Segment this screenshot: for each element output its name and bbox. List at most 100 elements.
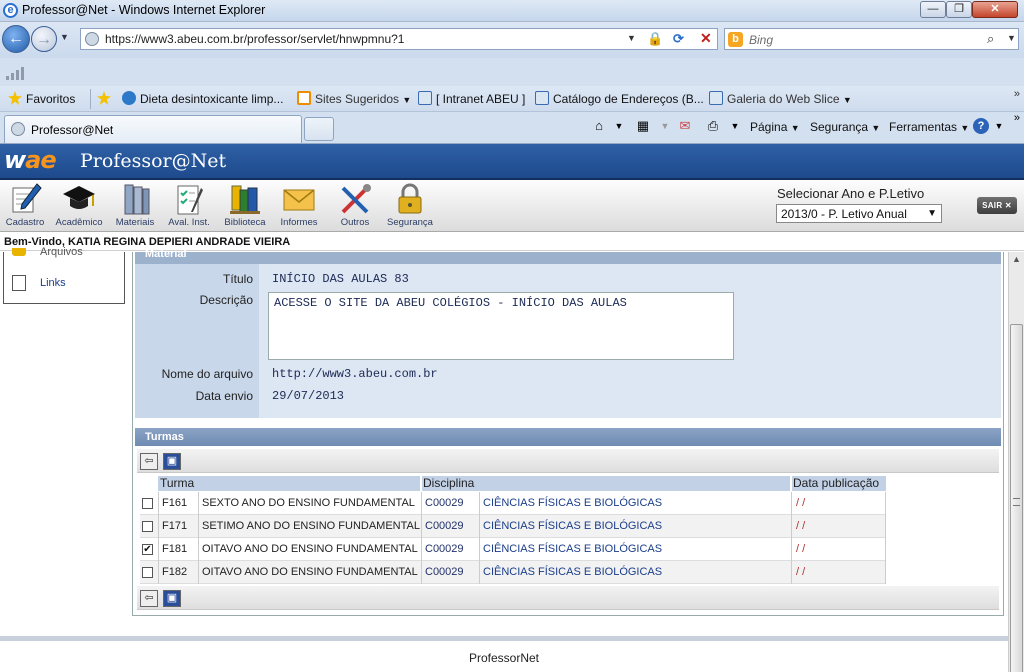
favorites-button[interactable]: Favoritos bbox=[8, 91, 75, 106]
fav-link-catalogo[interactable]: Catálogo de Endereços (B... bbox=[535, 91, 704, 106]
site-favicon-icon bbox=[85, 32, 99, 46]
status-strip bbox=[0, 58, 1024, 86]
add-favorite-icon[interactable] bbox=[97, 91, 115, 106]
tool-materiais[interactable]: Materiais bbox=[110, 182, 160, 230]
table-row[interactable]: F182 OITAVO ANO DO ENSINO FUNDAMENTAL C000… bbox=[140, 561, 886, 584]
period-select[interactable]: 2013/0 - P. Letivo Anual ▼ bbox=[776, 204, 942, 223]
row-checkbox[interactable]: ✔ bbox=[142, 544, 153, 555]
home-icon[interactable]: ⌂ bbox=[590, 117, 608, 135]
tool-seguranca[interactable]: Segurança bbox=[385, 182, 435, 230]
app-toolbar: Cadastro Acadêmico Materiais Aval. Inst.… bbox=[0, 180, 1024, 232]
star-icon bbox=[8, 91, 22, 105]
footer-divider bbox=[0, 636, 1008, 641]
home-dropdown-icon[interactable]: ▼ bbox=[610, 117, 628, 135]
forward-arrow-icon[interactable]: → bbox=[31, 26, 57, 52]
column-header-turma: Turma bbox=[158, 476, 420, 491]
fav-link-web-slice[interactable]: Galeria do Web Slice ▼ bbox=[709, 91, 852, 106]
library-books-icon bbox=[227, 182, 263, 216]
data-publicacao-cell: / / bbox=[796, 566, 806, 578]
site-favicon-icon bbox=[11, 122, 25, 136]
tool-outros[interactable]: Outros bbox=[330, 182, 380, 230]
column-divider bbox=[885, 515, 886, 538]
search-dropdown-icon[interactable]: ▼ bbox=[1007, 33, 1016, 43]
tool-label: Cadastro bbox=[5, 217, 45, 228]
row-checkbox[interactable] bbox=[142, 521, 153, 532]
material-header-text: Material bbox=[145, 248, 187, 260]
column-divider bbox=[479, 538, 480, 561]
column-divider bbox=[791, 538, 792, 561]
column-divider bbox=[158, 561, 159, 584]
column-divider bbox=[198, 561, 199, 584]
history-dropdown-icon[interactable]: ▼ bbox=[60, 32, 69, 42]
fav-link-intranet[interactable]: [ Intranet ABEU ] bbox=[418, 91, 525, 106]
rss-feed-icon[interactable]: ▦ bbox=[634, 117, 652, 135]
save-icon[interactable]: ▣ bbox=[163, 453, 181, 470]
scroll-grip-icon bbox=[1013, 498, 1020, 506]
tools-menu[interactable]: Ferramentas ▼ bbox=[889, 120, 969, 134]
descricao-textarea[interactable]: ACESSE O SITE DA ABEU COLÉGIOS - INÍCIO … bbox=[268, 292, 734, 360]
address-url[interactable]: https://www3.abeu.com.br/professor/servl… bbox=[105, 32, 404, 46]
ie-logo-icon: e bbox=[3, 3, 18, 18]
close-window-button[interactable]: ✕ bbox=[972, 1, 1018, 18]
logout-button[interactable]: SAIR ✕ bbox=[977, 197, 1017, 214]
security-menu[interactable]: Segurança ▼ bbox=[810, 120, 880, 134]
arquivo-value[interactable]: http://www3.abeu.com.br bbox=[272, 367, 438, 381]
notepad-pencil-icon bbox=[7, 182, 43, 216]
lock-icon[interactable]: 🔒 bbox=[647, 31, 663, 47]
search-icon[interactable]: ⌕ bbox=[987, 31, 994, 47]
folder-icon bbox=[12, 248, 26, 256]
sidebar-item-links[interactable]: Links bbox=[40, 277, 66, 289]
mail-icon[interactable]: ✉ bbox=[676, 117, 694, 135]
tool-cadastro[interactable]: Cadastro bbox=[0, 182, 50, 230]
save-icon[interactable]: ▣ bbox=[163, 590, 181, 607]
maximize-button[interactable]: ❐ bbox=[946, 1, 972, 18]
fav-link-dieta[interactable]: Dieta desintoxicante limp... bbox=[122, 91, 283, 106]
material-section-header: Material bbox=[135, 248, 1001, 264]
back-arrow-icon[interactable]: ⇦ bbox=[140, 590, 158, 607]
tool-label: Segurança bbox=[387, 217, 433, 228]
turmas-header-text: Turmas bbox=[145, 431, 184, 443]
table-row[interactable]: F171 SETIMO ANO DO ENSINO FUNDAMENTAL C000… bbox=[140, 515, 886, 538]
help-icon[interactable]: ? bbox=[973, 118, 989, 134]
more-chevron-icon[interactable]: » bbox=[1014, 88, 1020, 100]
refresh-icon[interactable]: ⟳ bbox=[673, 31, 684, 47]
tool-biblioteca[interactable]: Biblioteca bbox=[220, 182, 270, 230]
address-bar[interactable]: https://www3.abeu.com.br/professor/servl… bbox=[80, 28, 718, 50]
stop-icon[interactable]: ✕ bbox=[700, 30, 712, 47]
back-arrow-icon[interactable]: ⇦ bbox=[140, 453, 158, 470]
search-input[interactable]: Bing bbox=[749, 33, 773, 47]
scroll-up-icon[interactable]: ▲ bbox=[1009, 254, 1024, 264]
printer-icon[interactable]: ⎙ bbox=[704, 117, 722, 135]
favorites-separator bbox=[90, 89, 91, 109]
fav-link-sites-sugeridos[interactable]: Sites Sugeridos ▼ bbox=[297, 91, 411, 106]
column-divider bbox=[198, 538, 199, 561]
ie-page-icon bbox=[709, 91, 723, 105]
table-row[interactable]: ✔ F181 OITAVO ANO DO ENSINO FUNDAMENTAL C00… bbox=[140, 538, 886, 561]
page-menu[interactable]: Página ▼ bbox=[750, 120, 800, 134]
address-dropdown-icon[interactable]: ▼ bbox=[627, 33, 636, 43]
tab-professor-net[interactable]: Professor@Net bbox=[4, 115, 302, 143]
tool-aval-inst[interactable]: Aval. Inst. bbox=[164, 182, 214, 230]
tool-informes[interactable]: Informes bbox=[274, 182, 324, 230]
disciplina-name-cell: CIÊNCIAS FÍSICAS E BIOLÓGICAS bbox=[483, 497, 663, 509]
help-dropdown-icon[interactable]: ▼ bbox=[990, 117, 1008, 135]
new-tab-button[interactable] bbox=[304, 117, 334, 141]
row-checkbox[interactable] bbox=[142, 498, 153, 509]
tool-label: Informes bbox=[280, 217, 318, 228]
feed-dropdown-icon[interactable]: ▼ bbox=[656, 117, 674, 135]
column-divider bbox=[421, 538, 422, 561]
sidebar-item-arquivos[interactable]: Arquivos bbox=[40, 246, 83, 258]
period-select-label: Selecionar Ano e P.Letivo bbox=[777, 186, 925, 201]
minimize-button[interactable]: — bbox=[920, 1, 946, 18]
back-arrow-icon[interactable]: ← bbox=[2, 25, 30, 53]
page-scrollbar[interactable]: ▲ bbox=[1008, 252, 1024, 672]
tool-academico[interactable]: Acadêmico bbox=[54, 182, 104, 230]
window-title-bar: e Professor@Net - Windows Internet Explo… bbox=[0, 0, 1024, 22]
table-row[interactable]: F161 SEXTO ANO DO ENSINO FUNDAMENTAL C0002… bbox=[140, 492, 886, 515]
print-dropdown-icon[interactable]: ▼ bbox=[726, 117, 744, 135]
search-box[interactable]: b Bing ⌕ ▼ bbox=[724, 28, 1019, 50]
column-divider bbox=[479, 492, 480, 515]
row-checkbox[interactable] bbox=[142, 567, 153, 578]
more-commands-chevron-icon[interactable]: » bbox=[1014, 112, 1020, 124]
turma-code-cell: F171 bbox=[162, 520, 188, 532]
